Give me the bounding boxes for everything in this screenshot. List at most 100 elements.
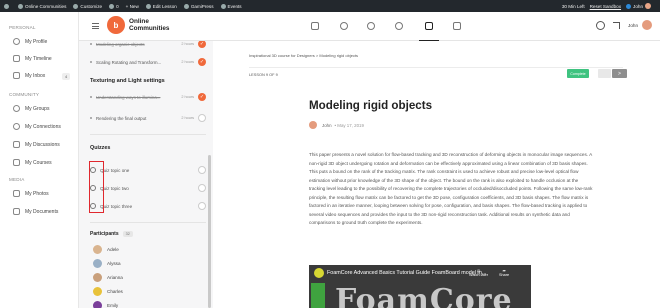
header-right: John bbox=[596, 20, 652, 30]
participant-item[interactable]: Alyssa bbox=[93, 259, 121, 268]
lesson-item[interactable]: Understanding ways to illumina... 2 hours… bbox=[90, 93, 206, 101]
avatar[interactable] bbox=[642, 20, 652, 30]
top-header: b Online Communities John bbox=[79, 12, 660, 42]
user-icon bbox=[626, 3, 632, 9]
reset-sandbox-link[interactable]: Reset Sandbox bbox=[590, 4, 621, 9]
groups-icon bbox=[13, 105, 20, 112]
site-brand[interactable]: Online Communities bbox=[129, 18, 169, 33]
menu-toggle-icon[interactable] bbox=[92, 23, 99, 29]
lesson-body: This paper presents a novel solution for… bbox=[309, 152, 593, 225]
lesson-item[interactable]: Rendering the final output 2 hours bbox=[90, 114, 206, 122]
avatar[interactable] bbox=[309, 121, 317, 129]
inbox-icon bbox=[13, 72, 20, 79]
user-icon bbox=[13, 38, 20, 45]
sidebar-item-my-profile[interactable]: My Profile bbox=[13, 38, 47, 45]
sidebar-item-my-inbox[interactable]: My Inbox bbox=[13, 72, 45, 79]
lesson-item[interactable]: Modeling organic objects 2 hours ✓ bbox=[90, 41, 206, 48]
quiz-item[interactable]: Quiz topic one bbox=[90, 166, 206, 174]
lesson-item[interactable]: Scaling Rotating and Transform... 2 hours… bbox=[90, 58, 206, 66]
sidebar-item-my-timeline[interactable]: My Timeline bbox=[13, 55, 52, 62]
participants-heading: Participants 32 bbox=[90, 231, 133, 237]
groups-icon[interactable] bbox=[367, 22, 375, 30]
comment-icon bbox=[109, 3, 115, 9]
avatar bbox=[93, 273, 102, 282]
quiz-icons-highlight bbox=[89, 161, 104, 213]
wp-logo-icon[interactable] bbox=[4, 3, 11, 9]
sidebar-item-my-photos[interactable]: My Photos bbox=[13, 190, 49, 197]
calendar-icon bbox=[220, 3, 226, 9]
breadcrumb[interactable]: Inspirational 3D course for Designers > … bbox=[249, 53, 358, 58]
avatar bbox=[93, 259, 102, 268]
next-lesson-button[interactable]: > bbox=[612, 69, 627, 78]
channel-avatar[interactable] bbox=[314, 268, 324, 278]
quiz-item[interactable]: Quiz topic two bbox=[90, 184, 206, 192]
events-link[interactable]: Events bbox=[220, 3, 242, 9]
media-section-label: MEDIA bbox=[9, 177, 25, 182]
quiz-item[interactable]: Quiz topic three bbox=[90, 202, 206, 210]
divider bbox=[249, 67, 623, 68]
incomplete-circle-icon bbox=[198, 202, 206, 210]
divider bbox=[90, 134, 206, 135]
participant-item[interactable]: Arianna bbox=[93, 273, 123, 282]
video-title[interactable]: FoamCore Advanced Basics Tutorial Guide … bbox=[327, 270, 486, 276]
expand-icon[interactable] bbox=[613, 21, 621, 29]
comments-link[interactable]: 0 bbox=[109, 3, 119, 9]
half-circle-icon[interactable] bbox=[596, 20, 606, 30]
sidebar-item-my-discussions[interactable]: My Discussions bbox=[13, 141, 60, 148]
discussion-icon bbox=[13, 141, 20, 148]
header-user-name[interactable]: John bbox=[628, 23, 638, 28]
edit-lesson-link[interactable]: Edit Lesson bbox=[145, 3, 177, 9]
participant-item[interactable]: Adele bbox=[93, 245, 119, 254]
video-embed[interactable]: FoamCore Advanced Basics Tutorial Guide … bbox=[309, 265, 531, 308]
check-icon: ✓ bbox=[198, 93, 206, 101]
folder-icon bbox=[13, 208, 20, 215]
page-title: Modeling rigid objects bbox=[309, 99, 433, 112]
participant-item[interactable]: Emily bbox=[93, 301, 118, 308]
bullet-icon bbox=[90, 43, 92, 45]
complete-button[interactable]: Complete bbox=[567, 69, 589, 78]
site-name-link[interactable]: Online Communities bbox=[18, 3, 66, 9]
documents-icon[interactable] bbox=[453, 22, 461, 30]
members-icon[interactable] bbox=[340, 22, 348, 30]
photo-icon bbox=[13, 190, 20, 197]
activity-icon[interactable] bbox=[311, 22, 319, 30]
avatar bbox=[93, 287, 102, 296]
course-sidebar-scrollbar[interactable] bbox=[208, 155, 211, 308]
new-link[interactable]: + New bbox=[126, 4, 139, 9]
share-button[interactable]: ➦ Share bbox=[499, 268, 509, 277]
home-icon bbox=[18, 3, 23, 9]
sidebar-item-my-documents[interactable]: My Documents bbox=[13, 208, 58, 215]
incomplete-circle-icon bbox=[198, 114, 206, 122]
avatar bbox=[93, 245, 102, 254]
channel-logo bbox=[311, 283, 325, 308]
timeline-icon bbox=[13, 55, 20, 62]
customize-link[interactable]: Customize bbox=[73, 3, 102, 9]
left-sidebar: PERSONAL My Profile My Timeline My Inbox… bbox=[0, 12, 79, 308]
pencil-icon bbox=[145, 3, 151, 9]
admin-bar: Online Communities Customize 0 + New Edi… bbox=[0, 0, 660, 12]
site-logo[interactable]: b bbox=[107, 16, 125, 34]
forums-icon[interactable] bbox=[395, 22, 403, 30]
check-icon: ✓ bbox=[198, 58, 206, 66]
video-thumbnail-text: FoamCore bbox=[335, 283, 513, 308]
gamipress-link[interactable]: GamiPress bbox=[183, 3, 214, 9]
sidebar-item-my-connections[interactable]: My Connections bbox=[13, 123, 61, 130]
community-section-label: COMMUNITY bbox=[9, 92, 40, 97]
avatar bbox=[645, 3, 651, 9]
account-link[interactable]: John bbox=[626, 3, 651, 9]
sidebar-item-my-courses[interactable]: My Courses bbox=[13, 159, 52, 166]
sidebar-item-my-groups[interactable]: My Groups bbox=[13, 105, 49, 112]
check-icon: ✓ bbox=[198, 41, 206, 48]
bullet-icon bbox=[90, 61, 92, 63]
author-meta: John • May 17, 2019 bbox=[309, 121, 364, 129]
courses-icon[interactable] bbox=[425, 22, 433, 30]
watch-later-button[interactable]: ◷ Watch later bbox=[469, 268, 488, 277]
previous-lesson-button[interactable] bbox=[598, 69, 611, 78]
participant-item[interactable]: Charles bbox=[93, 287, 123, 296]
author-name[interactable]: John bbox=[322, 123, 332, 128]
incomplete-circle-icon bbox=[198, 184, 206, 192]
bullet-icon bbox=[90, 117, 92, 119]
connections-icon bbox=[13, 123, 20, 130]
post-date: • May 17, 2019 bbox=[334, 122, 364, 128]
quizzes-heading: Quizzes bbox=[90, 145, 111, 151]
